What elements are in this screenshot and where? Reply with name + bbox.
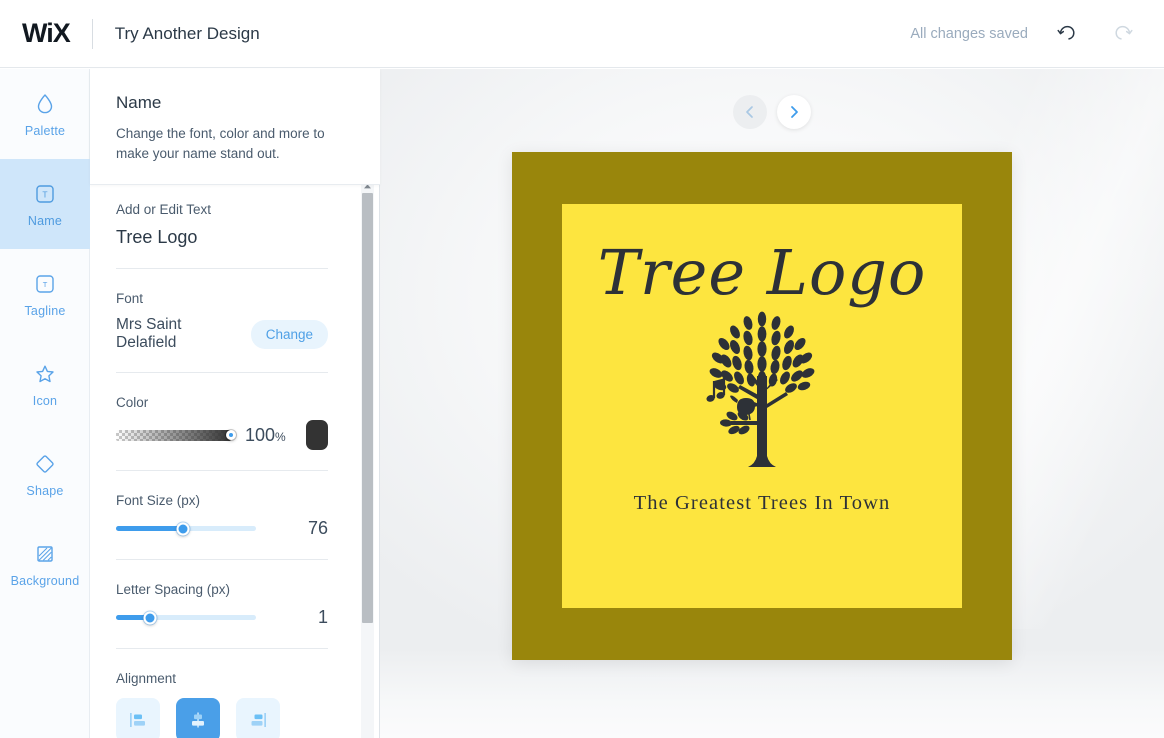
design-navigation — [733, 95, 811, 129]
font-size-value: 76 — [307, 518, 328, 538]
font-size-group: Font Size (px) 76 — [116, 471, 328, 560]
wix-logo[interactable]: WiX — [22, 18, 71, 49]
chevron-left-icon — [746, 106, 753, 118]
redo-icon — [1115, 25, 1133, 40]
header-actions: All changes saved — [910, 17, 1140, 51]
panel-title: Name — [116, 93, 162, 112]
logo-name-text: Tree Logo — [597, 236, 927, 309]
wix-logo-maker-app: WiX Try Another Design All changes saved — [0, 0, 1164, 738]
letter-spacing-slider[interactable] — [116, 611, 256, 624]
align-right-button[interactable] — [236, 698, 280, 738]
text-field-group: Add or Edit Text Tree Logo — [116, 180, 328, 269]
font-size-label: Font Size (px) — [116, 493, 201, 508]
opacity-slider[interactable] — [116, 429, 236, 441]
wix-logo-text: WiX — [22, 18, 71, 48]
try-another-design-link[interactable]: Try Another Design — [115, 24, 260, 44]
previous-design-button[interactable] — [733, 95, 767, 129]
letter-spacing-label: Letter Spacing (px) — [116, 582, 231, 597]
logo-card[interactable]: Tree Logo The Greatest Trees In Town — [512, 152, 1012, 660]
text-box-icon: T — [36, 274, 54, 293]
sidebar-item-label: Name — [27, 213, 63, 228]
align-center-icon — [192, 712, 204, 728]
sidebar-item-label: Palette — [24, 123, 66, 138]
color-field-group: Color 100% — [116, 373, 328, 471]
opacity-unit: % — [275, 429, 286, 444]
undo-button[interactable] — [1050, 17, 1084, 51]
align-left-button[interactable] — [116, 698, 160, 738]
left-rail: Palette T Name T Tagline Icon Shape Back… — [0, 69, 90, 738]
font-name-value: Mrs Saint Delafield — [116, 316, 182, 351]
font-size-slider[interactable] — [116, 522, 256, 535]
save-status-text: All changes saved — [910, 25, 1028, 42]
app-header: WiX Try Another Design All changes saved — [0, 0, 1164, 68]
alignment-label: Alignment — [116, 671, 177, 686]
sidebar-item-icon[interactable]: Icon — [0, 339, 90, 429]
droplet-icon — [37, 93, 53, 113]
opacity-slider-thumb[interactable] — [226, 430, 236, 440]
letter-spacing-slider-thumb[interactable] — [143, 611, 157, 624]
color-label: Color — [116, 395, 149, 410]
panel-scroll-area: Add or Edit Text Tree Logo Font Mrs Sain… — [90, 180, 380, 738]
opacity-number: 100 — [245, 424, 276, 445]
sidebar-item-name[interactable]: T Name — [0, 159, 90, 249]
font-field-group: Font Mrs Saint Delafield Change — [116, 269, 328, 373]
logo-text-input[interactable]: Tree Logo — [116, 227, 328, 248]
letter-spacing-value: 1 — [317, 607, 328, 627]
sidebar-item-shape[interactable]: Shape — [0, 429, 90, 519]
sidebar-item-background[interactable]: Background — [0, 519, 90, 609]
scrollbar-thumb[interactable] — [362, 193, 373, 623]
logo-tagline-text: The Greatest Trees In Town — [633, 492, 891, 514]
hatched-square-icon — [37, 545, 53, 562]
redo-button[interactable] — [1106, 17, 1140, 51]
sidebar-item-label: Shape — [26, 483, 64, 498]
sidebar-item-label: Tagline — [24, 303, 66, 318]
undo-icon — [1057, 25, 1075, 40]
logo-preview-canvas: Tree Logo The Greatest Trees In Town — [380, 69, 1164, 738]
align-left-icon — [130, 713, 145, 727]
font-label: Font — [116, 291, 144, 306]
svg-text:T: T — [42, 189, 47, 199]
change-font-button[interactable]: Change — [250, 319, 328, 349]
chevron-right-icon — [791, 106, 798, 118]
font-size-slider-thumb[interactable] — [176, 522, 190, 535]
font-size-slider-fill — [116, 526, 184, 531]
svg-text:T: T — [43, 280, 48, 289]
sidebar-item-label: Icon — [32, 393, 58, 408]
panel-scrollbar[interactable] — [361, 180, 374, 738]
alignment-group: Alignment — [116, 649, 328, 738]
sidebar-item-label: Background — [10, 573, 80, 588]
align-center-button[interactable] — [176, 698, 220, 738]
panel-header: Name Change the font, color and more to … — [90, 69, 380, 185]
header-divider — [91, 18, 93, 49]
text-field-label: Add or Edit Text — [116, 202, 212, 217]
sidebar-item-tagline[interactable]: T Tagline — [0, 249, 90, 339]
panel-description: Change the font, color and more to make … — [116, 126, 325, 161]
text-box-icon: T — [36, 184, 54, 203]
opacity-value: 100% — [245, 425, 286, 446]
name-settings-panel: Name Change the font, color and more to … — [90, 69, 380, 738]
align-right-icon — [251, 713, 266, 727]
color-swatch[interactable] — [305, 420, 328, 450]
sidebar-item-palette[interactable]: Palette — [0, 69, 90, 159]
tree-with-bird-icon — [706, 311, 815, 467]
star-icon — [36, 365, 54, 382]
letter-spacing-group: Letter Spacing (px) 1 — [116, 560, 328, 649]
next-design-button[interactable] — [777, 95, 811, 129]
diamond-icon — [36, 454, 54, 473]
logo-inner-area: Tree Logo The Greatest Trees In Town — [562, 204, 962, 608]
